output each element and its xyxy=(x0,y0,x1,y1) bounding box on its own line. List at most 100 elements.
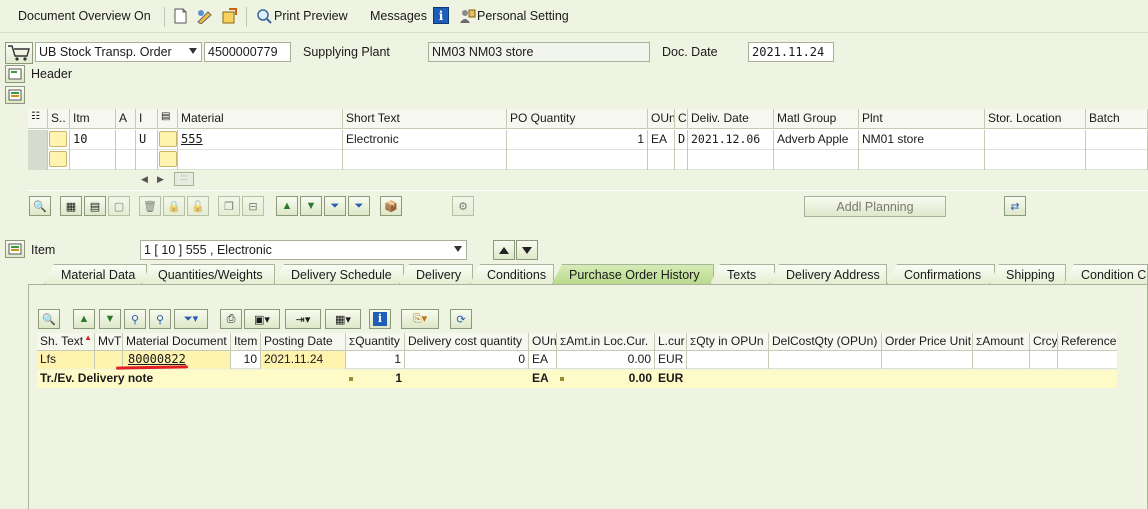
item-dropdown[interactable]: 1 [ 10 ] 555 , Electronic xyxy=(140,240,467,260)
filter-button[interactable]: ⏷ xyxy=(324,196,346,216)
scroll-right-icon[interactable]: ▶ xyxy=(157,174,164,185)
order-price-unit-cell[interactable] xyxy=(882,351,973,369)
col-oun[interactable]: OUn xyxy=(529,333,557,351)
sort-ascending-button[interactable]: ▲ xyxy=(276,196,298,216)
empty-cell[interactable] xyxy=(178,150,343,170)
item-detail-collapse-button[interactable] xyxy=(5,240,25,258)
table-row[interactable] xyxy=(28,150,1148,170)
display-change-icon[interactable] xyxy=(196,7,214,25)
c-cell[interactable]: D xyxy=(675,130,688,150)
empty-cell[interactable] xyxy=(688,150,774,170)
select-block-button[interactable]: ▢ xyxy=(108,196,130,216)
empty-cell[interactable] xyxy=(985,150,1086,170)
history-details-button[interactable]: 🔍 xyxy=(38,309,60,329)
po-number-field[interactable]: 4500000779 xyxy=(204,42,291,62)
history-filter-button[interactable]: ⏷▾ xyxy=(174,309,208,329)
col-amt-loc-cur[interactable]: ΣAmt.in Loc.Cur. xyxy=(557,333,655,351)
sh-text-cell[interactable]: Lfs xyxy=(37,351,95,369)
short-text-cell[interactable]: Electronic xyxy=(343,130,507,150)
empty-cell[interactable] xyxy=(1086,150,1148,170)
order-type-dropdown[interactable]: UB Stock Transp. Order xyxy=(35,42,202,62)
empty-cell[interactable] xyxy=(136,150,158,170)
scroll-left-icon[interactable]: ◀ xyxy=(141,174,148,185)
stor-location-cell[interactable] xyxy=(985,130,1086,150)
empty-cell[interactable] xyxy=(675,150,688,170)
history-info-button[interactable]: i xyxy=(369,309,391,329)
table-row[interactable]: 10 U 555 Electronic 1 EA D 2021.12.06 Ad… xyxy=(28,130,1148,150)
col-oun[interactable]: OUn xyxy=(648,109,675,129)
new-document-icon[interactable] xyxy=(172,7,188,25)
history-export-button[interactable]: ⇥▾ xyxy=(285,309,321,329)
material-link[interactable]: 555 xyxy=(178,130,343,150)
deliv-date-cell[interactable]: 2021.12.06 xyxy=(688,130,774,150)
col-l-cur[interactable]: L.cur xyxy=(655,333,687,351)
empty-cell[interactable] xyxy=(70,150,116,170)
col-c[interactable]: C xyxy=(675,109,688,129)
tab-shipping[interactable]: Shipping xyxy=(989,264,1066,284)
tab-quantities-weights[interactable]: Quantities/Weights xyxy=(141,264,275,284)
posting-date-cell[interactable]: 2021.11.24 xyxy=(261,351,346,369)
col-itm[interactable]: Itm xyxy=(70,109,116,129)
tab-purchase-order-history[interactable]: Purchase Order History xyxy=(552,264,714,284)
tab-delivery-address[interactable]: Delivery Address xyxy=(769,264,887,284)
package-button[interactable]: 📦 xyxy=(380,196,402,216)
document-overview-button[interactable]: Document Overview On xyxy=(18,9,151,23)
history-layout-button[interactable]: ▦▾ xyxy=(325,309,361,329)
cart-icon[interactable] xyxy=(5,42,33,64)
col-delivery-cost-quantity[interactable]: Delivery cost quantity xyxy=(405,333,529,351)
supplying-plant-field[interactable]: NM03 NM03 store xyxy=(428,42,650,62)
history-find-button[interactable]: ⚲ xyxy=(124,309,146,329)
material-status-cell[interactable] xyxy=(158,130,178,150)
copy-button[interactable]: ❐ xyxy=(218,196,240,216)
delcostqty-opun-cell[interactable] xyxy=(769,351,882,369)
row-selector[interactable] xyxy=(28,130,48,150)
print-preview-icon[interactable] xyxy=(255,7,273,25)
col-order-price-unit[interactable]: Order Price Unit xyxy=(882,333,973,351)
col-quantity[interactable]: ΣQuantity xyxy=(346,333,405,351)
column-settings-icon[interactable]: ☷ xyxy=(28,109,48,129)
strategy-button[interactable]: ⚙ xyxy=(452,196,474,216)
history-transfer-button[interactable]: ⎘▾ xyxy=(401,309,439,329)
col-sh-text[interactable]: Sh. Text ▲ xyxy=(37,333,95,351)
col-mvt[interactable]: MvT xyxy=(95,333,123,351)
col-material-document[interactable]: Material Document xyxy=(123,333,231,351)
col-matl-group[interactable]: Matl Group xyxy=(774,109,859,129)
tab-delivery-schedule[interactable]: Delivery Schedule xyxy=(274,264,404,284)
col-delcostqty-opun[interactable]: DelCostQty (OPUn) xyxy=(769,333,882,351)
col-reference[interactable]: Reference xyxy=(1058,333,1117,351)
col-stor-location[interactable]: Stor. Location xyxy=(985,109,1086,129)
personal-setting-icon[interactable] xyxy=(458,7,476,25)
col-material[interactable]: Material xyxy=(178,109,343,129)
details-button[interactable]: 🔍 xyxy=(29,196,51,216)
scroll-thumb[interactable]: ::: xyxy=(174,172,194,186)
print-preview-button[interactable]: Print Preview xyxy=(274,9,348,23)
table-row[interactable]: Lfs 80000822 10 2021.11.24 1 0 EA 0.00 E… xyxy=(37,351,1117,369)
col-plnt[interactable]: Plnt xyxy=(859,109,985,129)
header-expand-button[interactable] xyxy=(5,65,25,83)
col-posting-date[interactable]: Posting Date xyxy=(261,333,346,351)
status-cell[interactable] xyxy=(48,130,70,150)
oun-cell[interactable]: EA xyxy=(648,130,675,150)
history-refresh-button[interactable]: ⟳ xyxy=(450,309,472,329)
col-a[interactable]: A xyxy=(116,109,136,129)
l-cur-cell[interactable]: EUR xyxy=(655,351,687,369)
item-category-cell[interactable]: U xyxy=(136,130,158,150)
col-crcy[interactable]: Crcy xyxy=(1030,333,1058,351)
delete-button[interactable]: 🗑 xyxy=(139,196,161,216)
empty-cell[interactable] xyxy=(648,150,675,170)
info-icon[interactable]: i xyxy=(433,7,449,24)
history-find-next-button[interactable]: ⚲ xyxy=(149,309,171,329)
col-item[interactable]: Item xyxy=(231,333,261,351)
tab-material-data[interactable]: Material Data xyxy=(44,264,147,284)
split-button[interactable]: ⊟ xyxy=(242,196,264,216)
history-print-button[interactable]: ⎙ xyxy=(220,309,242,329)
batch-cell[interactable] xyxy=(1086,130,1148,150)
col-amount[interactable]: ΣAmount xyxy=(973,333,1030,351)
status-cell[interactable] xyxy=(48,150,70,170)
amount-cell[interactable] xyxy=(973,351,1030,369)
filter-delete-button[interactable]: ⏷ xyxy=(348,196,370,216)
item-number-cell[interactable]: 10 xyxy=(70,130,116,150)
item-cell[interactable]: 10 xyxy=(231,351,261,369)
empty-cell[interactable] xyxy=(859,150,985,170)
crcy-cell[interactable] xyxy=(1030,351,1058,369)
